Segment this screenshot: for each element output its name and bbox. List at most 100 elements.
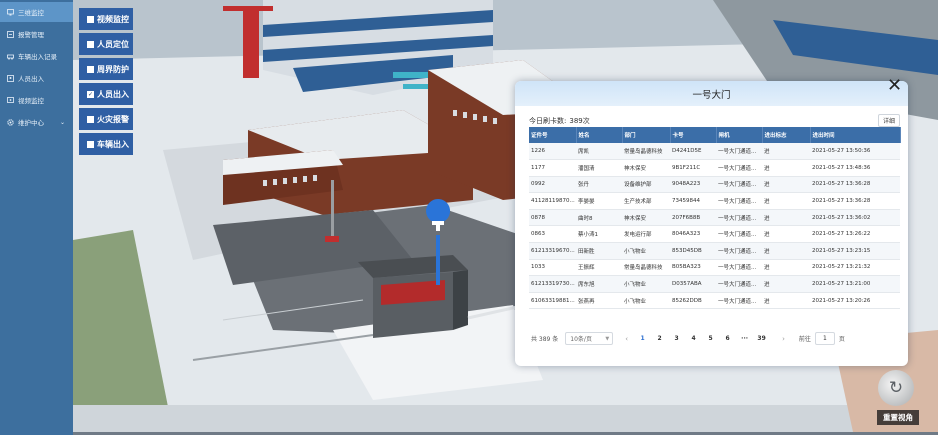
layer-toggle-perimeter[interactable]: 周界防护 (79, 58, 133, 80)
page-button-2[interactable]: 2 (651, 335, 668, 342)
checkbox-checked-icon[interactable]: ✓ (87, 90, 94, 98)
dialog-title: 一号大门 (692, 89, 731, 101)
swipe-count-label: 今日刷卡数: (529, 116, 567, 125)
sidebar: 三维监控 报警管理 车辆出入记录 人员出入 视频监控 维护中心 ⌄ (0, 0, 73, 435)
sidebar-item-alarm-management[interactable]: 报警管理 (0, 24, 73, 44)
page-size-value: 10条/页 (570, 336, 592, 343)
cell-card: D4241D5E (670, 143, 716, 161)
page-size-select[interactable]: 10条/页 ▼ (565, 332, 614, 345)
close-icon[interactable]: ✕ (887, 76, 902, 96)
column-header[interactable]: 姓名 (576, 127, 623, 143)
cell-gate: 一号大门通道... (716, 192, 762, 210)
pagination-total: 共 389 条 (531, 336, 559, 343)
page-button-3[interactable]: 3 (668, 335, 685, 342)
cell-direction: 进 (762, 292, 810, 310)
table-header-row: 证件号 姓名 部门 卡号 闸机 进出标志 进出时间 (529, 127, 901, 143)
detail-button[interactable]: 详细 (878, 114, 900, 127)
layer-label: 视频监控 (97, 14, 129, 24)
cell-gate: 一号大门通道... (716, 209, 762, 227)
gate-access-dialog: 一号大门 今日刷卡数: 389次 详细 证件号 姓名 部门 卡号 闸机 进出标志… (515, 81, 908, 366)
cell-gate: 一号大门通道... (716, 259, 762, 277)
cell-id: 61213319670... (529, 242, 576, 260)
page-button-39[interactable]: 39 (753, 335, 770, 342)
table-row[interactable]: 0863 蔡小涛1 发电运行部 8046A323 一号大门通道... 进 202… (529, 225, 900, 244)
layer-toggle-fire-alarm[interactable]: 火灾报警 (79, 108, 133, 130)
cell-department: 小飞物业 (622, 242, 670, 260)
page-button-5[interactable]: 5 (702, 335, 719, 342)
table-row[interactable]: 41128119870... 李晏晏 生产技术部 73459844 一号大门通道… (529, 192, 900, 210)
checkbox-icon[interactable] (87, 65, 94, 73)
column-header[interactable]: 进出时间 (810, 127, 901, 143)
reset-view-button[interactable]: 重置视角 (877, 410, 919, 425)
cell-time: 2021-05-27 13:26:22 (810, 225, 900, 244)
cell-time: 2021-05-27 13:50:36 (810, 143, 900, 161)
checkbox-icon[interactable] (87, 140, 94, 148)
dialog-header: 一号大门 (515, 81, 908, 106)
checkbox-icon[interactable] (87, 40, 94, 48)
page-button-4[interactable]: 4 (685, 335, 702, 342)
column-header[interactable]: 部门 (622, 127, 671, 143)
vehicle-icon (7, 53, 14, 60)
cell-gate: 一号大门通道... (716, 242, 762, 260)
sidebar-item-3d-monitor[interactable]: 三维监控 (0, 2, 73, 22)
next-page-button[interactable]: › (782, 335, 785, 343)
table-row[interactable]: 61063319881... 张燕再 小飞物业 85262DDB 一号大门通道.… (529, 292, 900, 310)
cell-name: 张丹 (576, 176, 622, 194)
page-button-1[interactable]: 1 (634, 335, 651, 342)
table-row[interactable]: 0878 曲时8 神木保安 207F6B8B 一号大门通道... 进 2021-… (529, 209, 900, 227)
table-row[interactable]: 1033 王振辉 常量岛晶德科技 B05BA323 一号大门通道... 进 20… (529, 259, 900, 277)
cell-direction: 进 (762, 143, 810, 161)
cell-gate: 一号大门通道... (716, 159, 762, 177)
column-header[interactable]: 卡号 (670, 127, 717, 143)
sidebar-item-personnel-access[interactable]: 人员出入 (0, 68, 73, 88)
checkbox-icon[interactable] (87, 115, 94, 123)
cell-name: 张燕再 (576, 292, 622, 310)
cell-card: D0357ABA (670, 275, 716, 293)
cell-gate: 一号大门通道... (716, 292, 762, 310)
table-row[interactable]: 1226 席凯 常量岛晶德科技 D4241D5E 一号大门通道... 进 202… (529, 143, 900, 161)
cell-card: 853D45DB (670, 242, 716, 260)
sidebar-item-label: 视频监控 (18, 97, 44, 105)
table-row[interactable]: 61213319730... 席东旭 小飞物业 D0357ABA 一号大门通道.… (529, 275, 900, 293)
cell-time: 2021-05-27 13:36:02 (810, 209, 900, 227)
page-ellipsis[interactable]: ··· (736, 335, 753, 342)
cell-id: 1033 (529, 259, 576, 277)
layer-label: 人员定位 (97, 39, 129, 49)
cell-gate: 一号大门通道... (716, 225, 762, 244)
cell-name: 席凯 (576, 143, 622, 161)
cell-id: 1177 (529, 159, 576, 177)
swipe-count-value: 389次 (569, 116, 590, 125)
access-records-table: 证件号 姓名 部门 卡号 闸机 进出标志 进出时间 1226 席凯 常量岛晶德科… (529, 127, 901, 310)
prev-page-button[interactable]: ‹ (625, 335, 628, 343)
layer-label: 车辆出入 (97, 139, 129, 149)
cell-name: 席东旭 (576, 275, 622, 293)
chevron-down-icon: ▼ (605, 335, 610, 342)
sidebar-item-label: 维护中心 (18, 119, 44, 127)
sidebar-item-vehicle-records[interactable]: 车辆出入记录 (0, 46, 73, 66)
page-button-6[interactable]: 6 (719, 335, 736, 342)
reset-view-icon[interactable]: ↻ (878, 370, 914, 406)
layer-toggle-personnel-location[interactable]: 人员定位 (79, 33, 133, 55)
layer-toggle-vehicle-access[interactable]: 车辆出入 (79, 133, 133, 155)
sidebar-item-maintenance-center[interactable]: 维护中心 ⌄ (0, 112, 73, 132)
cell-id: 61063319881... (529, 292, 576, 310)
table-row[interactable]: 1177 潘国清 神木保安 9B1F211C 一号大门通道... 进 2021-… (529, 159, 900, 177)
checkbox-icon[interactable] (87, 15, 94, 23)
cell-id: 61213319730... (529, 275, 576, 293)
layer-toggle-video-monitor[interactable]: 视频监控 (79, 8, 133, 30)
cell-card: 207F6B8B (670, 209, 716, 227)
table-row[interactable]: 0992 张丹 设备维护部 9048A223 一号大门通道... 进 2021-… (529, 176, 900, 194)
column-header[interactable]: 证件号 (529, 127, 577, 143)
cell-department: 发电运行部 (622, 225, 670, 244)
goto-page-input[interactable]: 1 (814, 332, 835, 345)
column-header[interactable]: 进出标志 (762, 127, 811, 143)
cell-direction: 进 (762, 275, 810, 293)
pagination: 共 389 条 10条/页 ▼ ‹ 1 2 3 4 5 6 ··· 39 › 前… (531, 332, 900, 345)
table-row[interactable]: 61213319670... 田新胜 小飞物业 853D45DB 一号大门通道.… (529, 242, 900, 260)
column-header[interactable]: 闸机 (716, 127, 763, 143)
sidebar-item-video-monitor[interactable]: 视频监控 (0, 90, 73, 110)
cell-time: 2021-05-27 13:36:28 (810, 176, 900, 194)
cell-card: 9048A223 (670, 176, 716, 194)
layer-toggle-personnel-access[interactable]: ✓ 人员出入 (79, 83, 133, 105)
cell-department: 小飞物业 (622, 292, 670, 310)
